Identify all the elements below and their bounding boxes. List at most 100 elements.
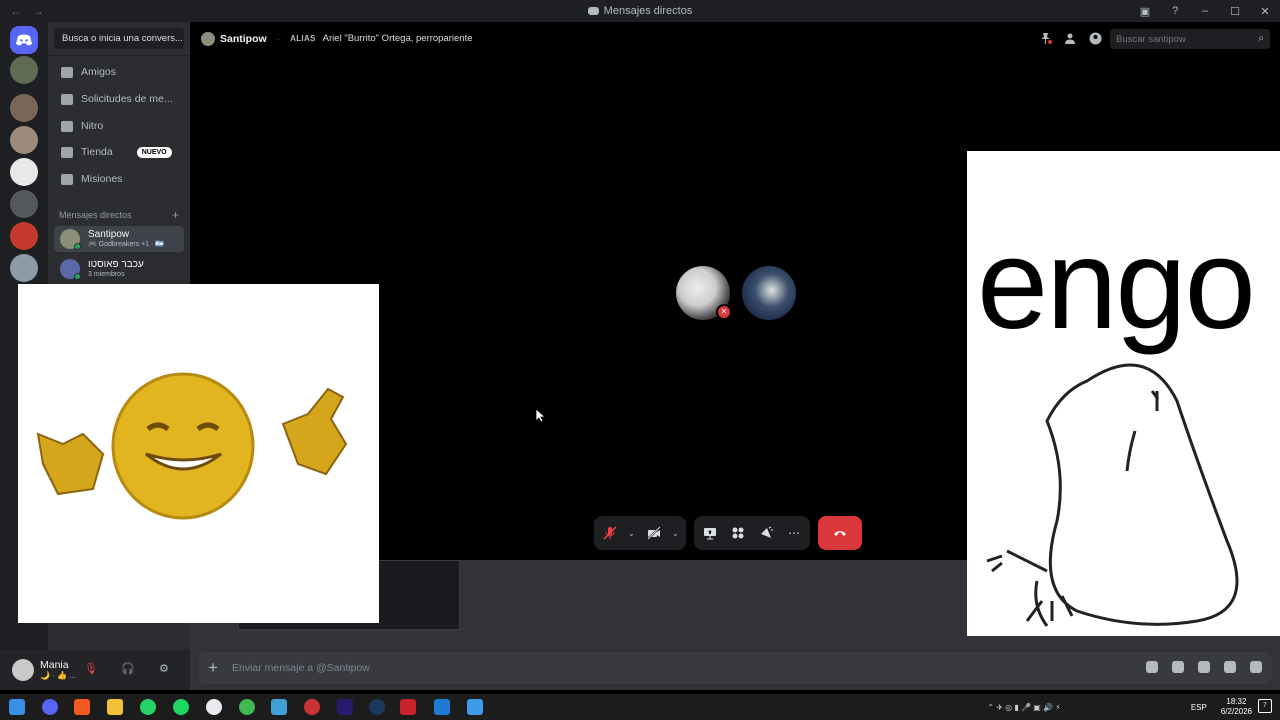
alias-value: Ariel "Burrito" Ortega, perropariente — [322, 33, 473, 44]
premiere-icon[interactable] — [337, 699, 353, 715]
file-explorer-icon[interactable] — [107, 699, 123, 715]
tray-icons[interactable]: ⌃ ✈ ◎ ▮ 🎤 ▣ 🔊 ⚡ — [987, 703, 1060, 712]
dm-section-header: Mensajes directos + — [59, 208, 179, 222]
title-bar: ← → Mensajes directos ▣ ? – ☐ ✕ — [0, 0, 1280, 22]
message-input[interactable] — [231, 662, 932, 674]
server-icon[interactable] — [10, 190, 38, 218]
user-profile-icon[interactable] — [1089, 32, 1102, 45]
app-icon[interactable] — [271, 699, 287, 715]
app-icon[interactable] — [239, 699, 255, 715]
hang-up-icon — [834, 531, 846, 536]
search-input[interactable] — [1110, 29, 1270, 49]
online-status-icon — [74, 243, 81, 250]
server-icon[interactable] — [10, 158, 38, 186]
nav-friends[interactable]: Amigos — [54, 60, 184, 84]
avatar — [60, 259, 81, 280]
friends-icon — [61, 66, 73, 78]
find-conversation-button[interactable]: Busca o inicia una convers... — [54, 28, 184, 49]
disconnect-button[interactable] — [818, 516, 862, 550]
server-icon[interactable] — [10, 222, 38, 250]
separator: · — [276, 32, 281, 45]
alias-label: ALIAS — [290, 34, 316, 43]
app-icon[interactable] — [304, 699, 320, 715]
ghost-bird-drawing — [986, 363, 1239, 627]
start-windows-icon[interactable] — [9, 699, 25, 715]
app-icon[interactable] — [206, 699, 222, 715]
user-panel: Mania 🌙 · 👍 ... 🎙 🎧 ⚙ — [0, 650, 190, 690]
spotify-icon[interactable] — [173, 699, 189, 715]
participant-avatar[interactable]: ✕ — [676, 266, 732, 320]
call-controls: ⌄ ⌄ ⋯ — [594, 516, 862, 550]
minimize-button[interactable]: – — [1190, 5, 1220, 17]
channel-header: Santipow · ALIAS Ariel "Burrito" Ortega,… — [190, 22, 1280, 55]
muted-mic-icon: ✕ — [716, 304, 732, 320]
close-button[interactable]: ✕ — [1250, 5, 1280, 18]
clock[interactable]: 18:32 6/2/2026 — [1221, 697, 1252, 717]
app-icon[interactable] — [400, 699, 416, 715]
pin-icon[interactable] — [1039, 32, 1052, 45]
nav-nitro[interactable]: Nitro — [54, 114, 184, 138]
brave-icon[interactable] — [74, 699, 90, 715]
steam-icon[interactable] — [369, 699, 385, 715]
participant-avatar[interactable] — [742, 266, 796, 320]
call-participants: ✕ — [676, 266, 796, 320]
add-friends-icon[interactable] — [1064, 32, 1077, 45]
home-button[interactable] — [10, 26, 38, 54]
discord-taskbar-icon[interactable] — [42, 699, 58, 715]
mouse-cursor-icon — [536, 409, 546, 423]
chevron-down-icon[interactable]: ⌄ — [672, 529, 680, 538]
mic-video-group: ⌄ ⌄ — [594, 516, 686, 550]
nav-quests[interactable]: Misiones — [54, 167, 184, 191]
dm-item-santipow[interactable]: Santipow 🎮 Godbreakers +1 · 🇦🇷 — [54, 226, 184, 252]
pointing-emoji-image — [36, 372, 348, 520]
emoji-icon[interactable] — [1224, 661, 1236, 673]
maximize-button[interactable]: ☐ — [1220, 5, 1250, 18]
gift-icon[interactable] — [1146, 661, 1158, 673]
search-icon: ⌕ — [1258, 33, 1264, 44]
sticker-icon[interactable] — [1198, 661, 1210, 673]
attach-plus-icon[interactable]: + — [208, 658, 218, 678]
app-icon[interactable] — [434, 699, 450, 715]
nitro-icon — [61, 120, 73, 132]
server-icon[interactable] — [10, 254, 38, 282]
server-icon[interactable] — [10, 56, 38, 84]
language-indicator[interactable]: ESP — [1191, 703, 1207, 712]
help-icon[interactable]: ? — [1160, 5, 1190, 17]
nav-message-requests[interactable]: Solicitudes de me... — [54, 87, 184, 111]
soundboard-icon[interactable] — [756, 523, 776, 543]
avatar — [60, 229, 81, 250]
whatsapp-icon[interactable] — [140, 699, 156, 715]
activities-icon[interactable] — [728, 523, 748, 543]
image-overlay-right: engo — [967, 151, 1280, 636]
online-status-icon — [74, 273, 81, 280]
window-title: Mensajes directos — [0, 5, 1280, 17]
overlay-caption: engo — [977, 213, 1256, 356]
avatar — [201, 31, 215, 46]
apps-icon[interactable] — [1250, 661, 1262, 673]
microphone-toggle-icon[interactable] — [600, 523, 620, 543]
dm-item-group[interactable]: עכבר פאוסטו 3 miembros — [54, 256, 184, 282]
gif-icon[interactable] — [1172, 661, 1184, 673]
share-screen-icon[interactable] — [700, 523, 720, 543]
user-avatar[interactable] — [12, 659, 34, 681]
notifications-icon[interactable]: 7 — [1258, 699, 1272, 713]
more-options-icon[interactable]: ⋯ — [784, 523, 804, 543]
create-dm-icon[interactable]: + — [172, 208, 179, 222]
chevron-down-icon[interactable]: ⌄ — [628, 529, 636, 538]
discord-icon — [587, 7, 599, 15]
server-icon[interactable] — [10, 126, 38, 154]
nav-shop[interactable]: Tienda NUEVO — [54, 140, 184, 164]
divider — [48, 55, 190, 56]
settings-gear-icon[interactable]: ⚙ — [159, 662, 169, 675]
windows-taskbar: ⌃ ✈ ◎ ▮ 🎤 ▣ 🔊 ⚡ ESP 18:32 6/2/2026 7 — [0, 694, 1280, 720]
app-icon[interactable] — [467, 699, 483, 715]
discord-logo-icon — [16, 34, 32, 46]
camera-toggle-icon[interactable] — [644, 523, 664, 543]
screen-share-status-icon[interactable]: ▣ — [1130, 5, 1160, 18]
server-icon[interactable] — [10, 94, 38, 122]
message-composer: + — [198, 652, 1272, 684]
mute-icon[interactable]: 🎙 — [84, 662, 98, 675]
headphones-icon[interactable]: 🎧 — [121, 662, 135, 675]
system-tray: ⌃ ✈ ◎ ▮ 🎤 ▣ 🔊 ⚡ ESP 18:32 6/2/2026 — [987, 694, 1280, 720]
header-username[interactable]: Santipow — [220, 33, 267, 45]
